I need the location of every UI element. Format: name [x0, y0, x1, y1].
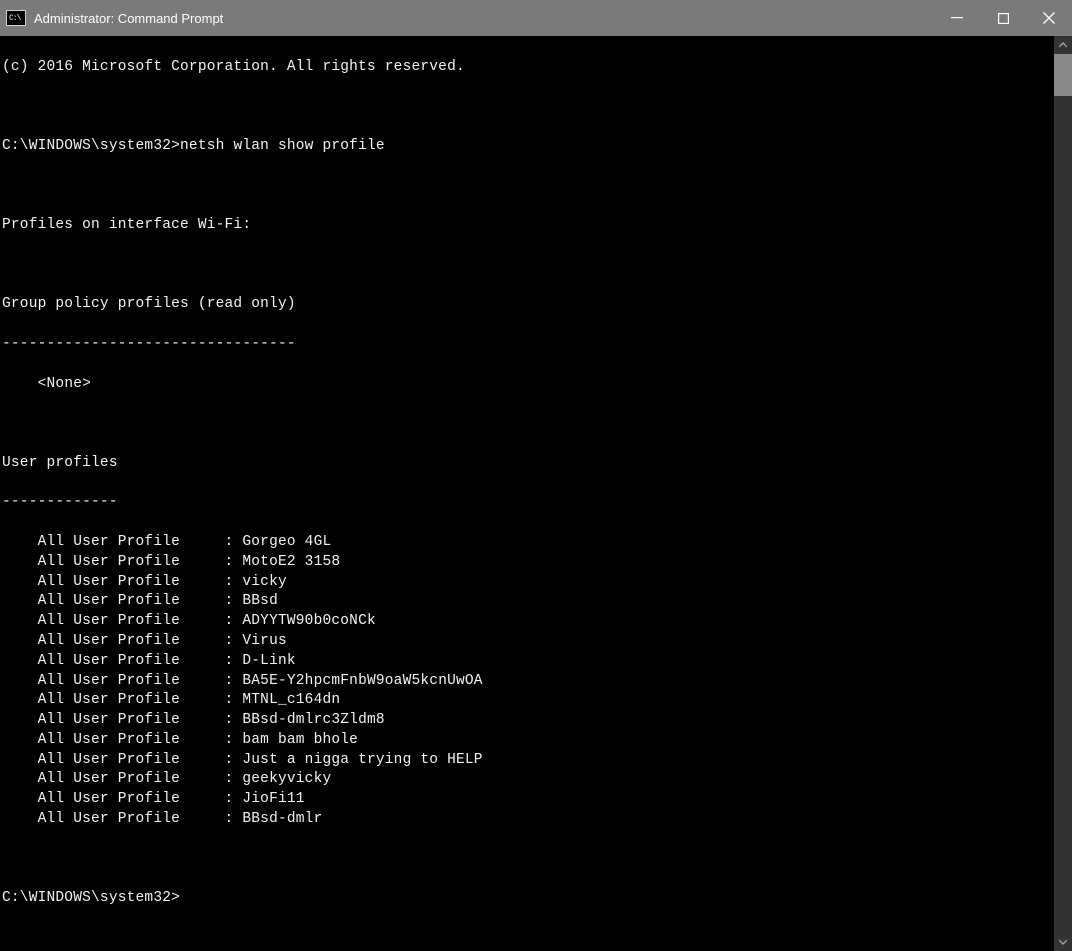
profile-name: geekyvicky [242, 771, 331, 787]
profile-row: All User Profile : MotoE2 3158 [2, 553, 1054, 573]
profile-label: All User Profile [38, 732, 180, 748]
blank-line [2, 850, 1054, 870]
profile-name: BBsd-dmlrc3Zldm8 [242, 712, 384, 728]
profile-name: Just a nigga trying to HELP [242, 752, 482, 768]
prompt-path: C:\WINDOWS\system32> [2, 138, 180, 154]
profile-row: All User Profile : MTNL_c164dn [2, 691, 1054, 711]
profile-label: All User Profile [38, 593, 180, 609]
profile-row: All User Profile : D-Link [2, 652, 1054, 672]
blank-line [2, 256, 1054, 276]
profile-label: All User Profile [38, 712, 180, 728]
blank-line [2, 414, 1054, 434]
minimize-icon [951, 17, 963, 19]
profile-name: D-Link [242, 653, 295, 669]
profile-row: All User Profile : Gorgeo 4GL [2, 533, 1054, 553]
blank-line [2, 97, 1054, 117]
chevron-down-icon [1059, 939, 1067, 945]
profile-row: All User Profile : BBsd [2, 592, 1054, 612]
minimize-button[interactable] [934, 0, 980, 36]
command-line-2: C:\WINDOWS\system32> [2, 889, 1054, 909]
profile-row: All User Profile : vicky [2, 573, 1054, 593]
close-button[interactable] [1026, 0, 1072, 36]
prompt-path: C:\WINDOWS\system32> [2, 890, 180, 906]
profile-row: All User Profile : Virus [2, 632, 1054, 652]
scrollbar-track[interactable] [1054, 54, 1072, 933]
profile-name: MTNL_c164dn [242, 692, 340, 708]
profile-label: All User Profile [38, 752, 180, 768]
scroll-down-button[interactable] [1054, 933, 1072, 951]
interface-header: Profiles on interface Wi-Fi: [2, 216, 1054, 236]
entered-command: netsh wlan show profile [180, 138, 385, 154]
profile-label: All User Profile [38, 613, 180, 629]
vertical-scrollbar[interactable] [1054, 36, 1072, 951]
close-icon [1043, 12, 1055, 24]
profile-label: All User Profile [38, 633, 180, 649]
profile-label: All User Profile [38, 534, 180, 550]
maximize-icon [998, 13, 1009, 24]
group-policy-header: Group policy profiles (read only) [2, 295, 1054, 315]
maximize-button[interactable] [980, 0, 1026, 36]
profile-name: JioFi11 [242, 791, 304, 807]
chevron-up-icon [1059, 42, 1067, 48]
console-area: (c) 2016 Microsoft Corporation. All righ… [0, 36, 1072, 951]
profile-row: All User Profile : geekyvicky [2, 770, 1054, 790]
profile-row: All User Profile : JioFi11 [2, 790, 1054, 810]
cmd-icon: C:\ [6, 10, 26, 26]
profile-label: All User Profile [38, 554, 180, 570]
group-none-line: <None> [2, 375, 1054, 395]
command-prompt-window: C:\ Administrator: Command Prompt (c) 20… [0, 0, 1072, 639]
profile-row: All User Profile : BBsd-dmlr [2, 810, 1054, 830]
profile-row: All User Profile : bam bam bhole [2, 731, 1054, 751]
profile-name: BA5E-Y2hpcmFnbW9oaW5kcnUwOA [242, 673, 482, 689]
divider-line: ------------- [2, 493, 1054, 513]
profile-row: All User Profile : ADYYTW90b0coNCk [2, 612, 1054, 632]
profile-label: All User Profile [38, 673, 180, 689]
window-title: Administrator: Command Prompt [34, 11, 223, 26]
profile-label: All User Profile [38, 692, 180, 708]
command-line-1: C:\WINDOWS\system32>netsh wlan show prof… [2, 137, 1054, 157]
profile-row: All User Profile : BA5E-Y2hpcmFnbW9oaW5k… [2, 672, 1054, 692]
console-output[interactable]: (c) 2016 Microsoft Corporation. All righ… [0, 36, 1054, 951]
divider-line: --------------------------------- [2, 335, 1054, 355]
profile-name: BBsd [242, 593, 278, 609]
user-profiles-header: User profiles [2, 454, 1054, 474]
scrollbar-thumb[interactable] [1054, 54, 1072, 96]
profile-label: All User Profile [38, 771, 180, 787]
profile-name: Gorgeo 4GL [242, 534, 331, 550]
profile-row: All User Profile : Just a nigga trying t… [2, 751, 1054, 771]
copyright-line: (c) 2016 Microsoft Corporation. All righ… [2, 58, 1054, 78]
profile-name: BBsd-dmlr [242, 811, 322, 827]
profile-row: All User Profile : BBsd-dmlrc3Zldm8 [2, 711, 1054, 731]
profile-label: All User Profile [38, 574, 180, 590]
profile-name: Virus [242, 633, 287, 649]
profile-name: bam bam bhole [242, 732, 358, 748]
profile-label: All User Profile [38, 653, 180, 669]
profile-name: MotoE2 3158 [242, 554, 340, 570]
titlebar[interactable]: C:\ Administrator: Command Prompt [0, 0, 1072, 36]
blank-line [2, 177, 1054, 197]
profile-label: All User Profile [38, 811, 180, 827]
profile-name: vicky [242, 574, 287, 590]
profile-label: All User Profile [38, 791, 180, 807]
scroll-up-button[interactable] [1054, 36, 1072, 54]
profile-name: ADYYTW90b0coNCk [242, 613, 376, 629]
